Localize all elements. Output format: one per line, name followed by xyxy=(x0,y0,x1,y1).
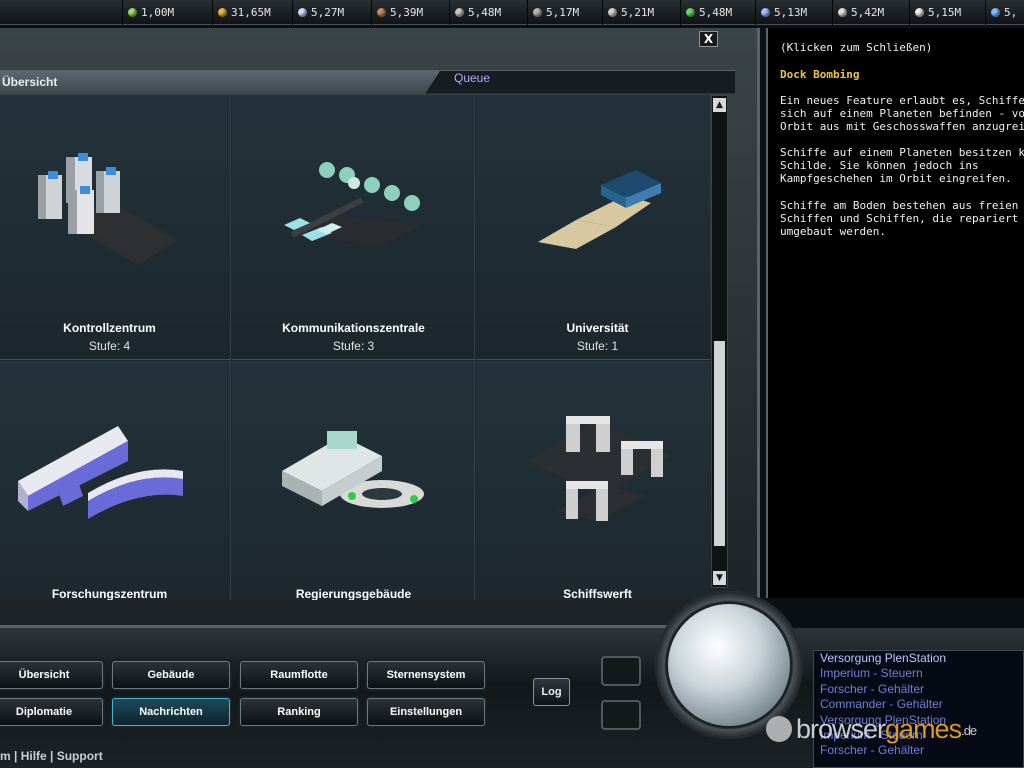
building-card-shipyard[interactable]: Schiffswerft xyxy=(476,361,710,600)
resource-food: 5,15M xyxy=(909,0,961,25)
watermark-text: browser xyxy=(796,713,886,744)
communication-center-image xyxy=(284,162,422,245)
building-card-communication-center[interactable]: Kommunikationszentrale Stufe: 3 xyxy=(232,95,475,360)
watermark-text: games xyxy=(885,713,962,744)
resource-fuel: 5,13M xyxy=(755,0,807,25)
scroll-down-button[interactable]: ▼ xyxy=(713,571,726,585)
building-name: Kommunikationszentrale xyxy=(282,321,425,335)
watermark: browser games .de xyxy=(766,712,977,746)
resource-steel: 5,48M xyxy=(449,0,501,25)
resource-value: 5,13M xyxy=(774,6,808,19)
shipyard-image xyxy=(526,416,671,521)
government-building-image xyxy=(282,431,424,508)
resource-value: 5,15M xyxy=(928,6,962,19)
building-name: Schiffswerft xyxy=(563,587,632,600)
resource-alloy: 5,17M xyxy=(527,0,579,25)
scroll-up-button[interactable]: ▲ xyxy=(713,98,726,112)
news-panel[interactable]: (Klicken zum Schließen) Dock Bombing Ein… xyxy=(766,28,1024,598)
building-name: Universität xyxy=(566,321,629,335)
watermark-logo-icon xyxy=(766,716,792,742)
footer-links[interactable]: m | Hilfe | Support xyxy=(0,749,103,763)
tab-overview[interactable]: Übersicht xyxy=(0,71,440,94)
ore-icon xyxy=(377,8,386,17)
building-card-control-center[interactable]: Kontrollzentrum Stufe: 4 xyxy=(0,95,231,360)
gold-icon xyxy=(218,8,227,17)
university-image xyxy=(538,170,661,249)
resource-value: 31,65M xyxy=(231,6,271,19)
resource-value: 5,27M xyxy=(311,6,345,19)
nav-diplomacy-button[interactable]: Diplomatie xyxy=(0,698,103,726)
bio-icon xyxy=(686,8,695,17)
crystal-icon xyxy=(298,8,307,17)
news-paragraph: Ein neues Feature erlaubt es, Schiffe - … xyxy=(780,94,1024,133)
event-item[interactable]: Imperium - Steuern xyxy=(814,666,1023,681)
tab-queue[interactable]: Queue xyxy=(454,71,490,94)
resource-value: 5,48M xyxy=(699,6,733,19)
research-center-image xyxy=(18,426,183,519)
gas-icon xyxy=(838,8,847,17)
resource-gas: 5,42M xyxy=(832,0,884,25)
building-name: Forschungszentrum xyxy=(51,587,168,600)
news-paragraph: Schiffe auf einem Planeten besitzen kein… xyxy=(780,146,1024,185)
alloy-icon xyxy=(533,8,542,17)
food-icon xyxy=(915,8,924,17)
panel-tabs: Übersicht Queue xyxy=(0,70,735,94)
console-slot xyxy=(601,656,641,686)
energy-icon xyxy=(128,8,137,17)
control-center-image xyxy=(38,153,178,265)
building-name: Kontrollzentrum xyxy=(63,321,156,335)
resource-bar: 1,00M 31,65M 5,27M 5,39M 5,48M 5,17M 5,2… xyxy=(0,0,1024,25)
building-card-research-center[interactable]: Forschungszentrum xyxy=(0,361,231,600)
nav-overview-button[interactable]: Übersicht xyxy=(0,661,103,689)
resource-value: 1,00M xyxy=(141,6,175,19)
watermark-text: .de xyxy=(961,723,977,738)
nav-buildings-button[interactable]: Gebäude xyxy=(112,661,230,689)
resource-value: 5,48M xyxy=(468,6,502,19)
resource-crystal: 5,27M xyxy=(292,0,344,25)
building-card-government-building[interactable]: Regierungsgebäude xyxy=(232,361,475,600)
building-level: Stufe: 3 xyxy=(332,339,375,353)
water-icon xyxy=(991,8,1000,17)
chip-icon xyxy=(608,8,617,17)
news-close-hint[interactable]: (Klicken zum Schließen) xyxy=(780,41,932,54)
resource-value: 5,39M xyxy=(390,6,424,19)
resource-value: 5,21M xyxy=(621,6,655,19)
console-slot xyxy=(601,700,641,730)
resource-gold: 31,65M xyxy=(212,0,271,25)
grid-scrollbar[interactable]: ▲ ▼ xyxy=(711,95,728,588)
building-level: Stufe: 4 xyxy=(88,339,131,353)
building-level: Stufe: 1 xyxy=(576,339,619,353)
nav-ranking-button[interactable]: Ranking xyxy=(240,698,358,726)
building-name: Regierungsgebäude xyxy=(295,587,412,600)
scroll-thumb[interactable] xyxy=(714,341,725,546)
resource-bio: 5,48M xyxy=(680,0,732,25)
steel-icon xyxy=(455,8,464,17)
resource-water: 5, xyxy=(985,0,1017,25)
resource-ore: 5,39M xyxy=(371,0,423,25)
resource-chip: 5,21M xyxy=(602,0,654,25)
nav-messages-button[interactable]: Nachrichten xyxy=(112,698,230,726)
nav-star-system-button[interactable]: Sternensystem xyxy=(367,661,485,689)
nav-settings-button[interactable]: Einstellungen xyxy=(367,698,485,726)
log-button[interactable]: Log xyxy=(533,678,570,706)
news-title: Dock Bombing xyxy=(780,68,860,81)
building-grid: Kontrollzentrum Stufe: 4 Kommunikationsz… xyxy=(0,95,710,600)
event-item[interactable]: Forscher - Gehälter xyxy=(814,682,1023,697)
resource-value: 5,42M xyxy=(851,6,885,19)
news-paragraph: Schiffe am Boden bestehen aus freien Sch… xyxy=(780,199,1019,238)
event-log[interactable]: Versorgung PlenStation Imperium - Steuer… xyxy=(813,650,1024,768)
planet-globe-icon[interactable] xyxy=(668,604,790,726)
resource-value: 5,17M xyxy=(546,6,580,19)
resource-value: 5, xyxy=(1004,6,1018,19)
event-item[interactable]: Commander - Gehälter xyxy=(814,697,1023,712)
resource-energy: 1,00M xyxy=(122,0,174,25)
fuel-icon xyxy=(761,8,770,17)
nav-fleet-button[interactable]: Raumflotte xyxy=(240,661,358,689)
building-card-university[interactable]: Universität Stufe: 1 xyxy=(476,95,710,360)
event-item[interactable]: Versorgung PlenStation xyxy=(814,651,1023,666)
close-panel-button[interactable]: X xyxy=(699,31,718,47)
